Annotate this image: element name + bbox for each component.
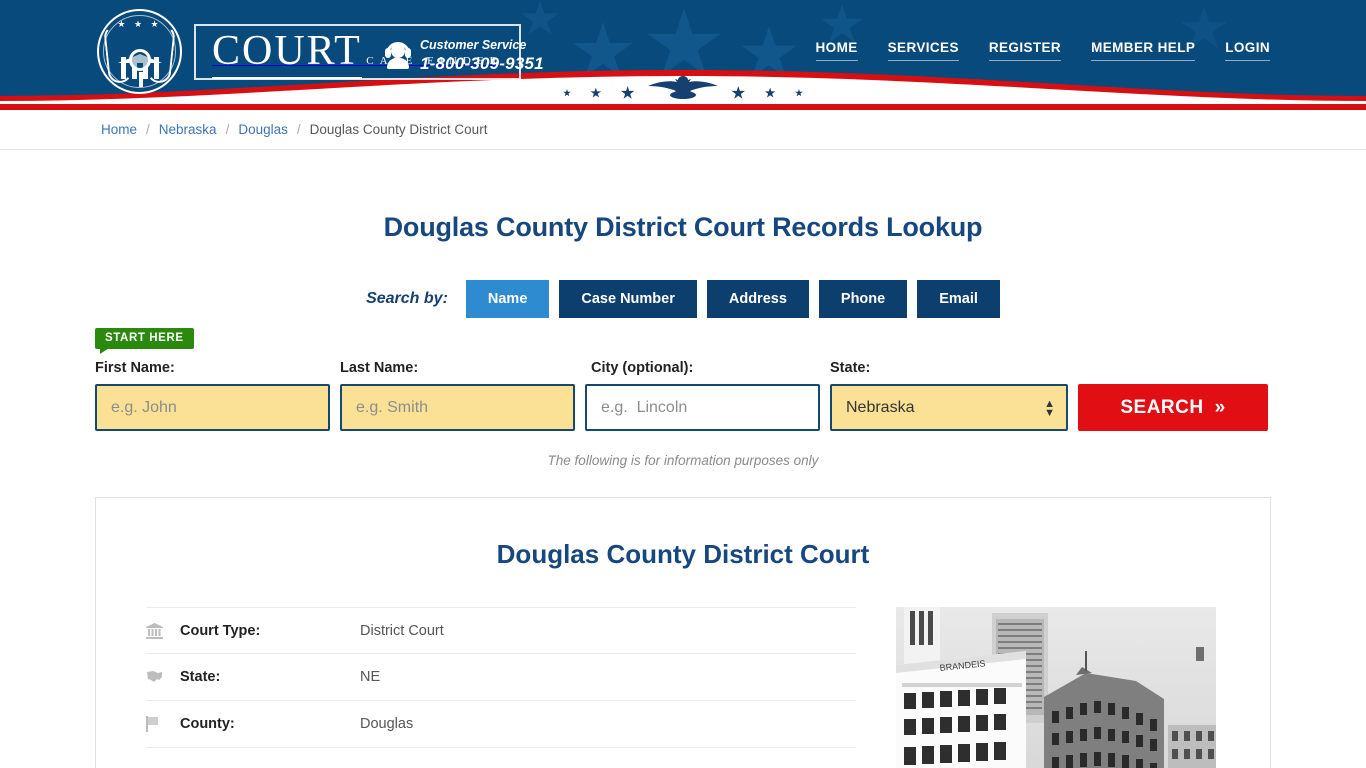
logo-wordmark: COURT <box>212 27 362 79</box>
breadcrumb: Home / Nebraska / Douglas / Douglas Coun… <box>0 110 1366 150</box>
breadcrumb-separator: / <box>146 122 150 137</box>
tab-address[interactable]: Address <box>706 280 809 318</box>
tab-email[interactable]: Email <box>917 280 1000 318</box>
site-header: ★ ★ ★ COURT CASE FINDER Customer Service… <box>0 0 1366 104</box>
state-label: State: <box>830 360 871 376</box>
detail-label-state: State: <box>180 669 221 685</box>
court-detail-list: Court Type: District Court State: NE Cou… <box>146 607 856 768</box>
first-name-field-group: First Name: <box>95 360 330 431</box>
search-by-tabs: Search by: Name Case Number Address Phon… <box>0 280 1366 318</box>
flag-icon <box>146 716 180 732</box>
bank-institution-icon <box>146 622 180 639</box>
city-field-group: City (optional): <box>585 360 820 431</box>
detail-row-county: County: Douglas <box>146 701 856 748</box>
last-name-input[interactable] <box>340 384 575 431</box>
search-by-label: Search by: <box>366 290 448 307</box>
detail-label-county: County: <box>180 716 235 732</box>
court-info-card: Douglas County District Court Court Type… <box>95 497 1271 768</box>
seal-stars: ★ ★ ★ <box>117 19 162 29</box>
disclaimer-text: The following is for information purpose… <box>547 453 819 468</box>
tab-case-number[interactable]: Case Number <box>559 280 697 318</box>
search-button-label: SEARCH <box>1120 396 1204 418</box>
magnifier-icon <box>128 49 151 87</box>
eagle-icon <box>648 76 718 99</box>
detail-value-state: NE <box>360 669 381 685</box>
nav-item-home[interactable]: HOME <box>815 40 858 61</box>
court-card-title: Douglas County District Court <box>496 539 870 569</box>
detail-value-county: Douglas <box>360 716 414 732</box>
customer-service-block: Customer Service 1-800-309-9351 <box>385 36 544 74</box>
nav-item-register[interactable]: REGISTER <box>988 40 1062 61</box>
breadcrumb-item-home[interactable]: Home <box>101 122 137 137</box>
city-input[interactable] <box>585 384 820 431</box>
state-field-group: State: Nebraska ▲ ▼ <box>830 360 1068 431</box>
start-here-badge: START HERE <box>95 328 194 354</box>
nav-item-services[interactable]: SERVICES <box>887 40 959 61</box>
customer-service-label: Customer Service <box>420 38 527 52</box>
breadcrumb-item-nebraska[interactable]: Nebraska <box>159 122 217 137</box>
breadcrumb-item-douglas[interactable]: Douglas <box>238 122 288 137</box>
city-label: City (optional): <box>591 360 694 376</box>
detail-label-court-type: Court Type: <box>180 622 261 639</box>
map-shape-icon <box>146 670 180 684</box>
page-title: Douglas County District Court Records Lo… <box>383 212 983 242</box>
tab-name[interactable]: Name <box>465 280 550 318</box>
detail-row-state: State: NE <box>146 654 856 701</box>
first-name-input[interactable] <box>95 384 330 431</box>
nav-item-member-help[interactable]: MEMBER HELP <box>1091 40 1196 61</box>
breadcrumb-separator: / <box>296 122 301 137</box>
search-form: START HERE First Name: Last Name: City (… <box>95 318 1271 468</box>
nav-item-login[interactable]: LOGIN <box>1225 40 1270 61</box>
tab-phone[interactable]: Phone <box>818 280 908 318</box>
customer-service-phone[interactable]: 1-800-309-9351 <box>420 54 544 73</box>
double-chevron-right-icon: » <box>1214 396 1226 418</box>
detail-row-court-type: Court Type: District Court <box>146 607 856 654</box>
last-name-label: Last Name: <box>340 360 419 376</box>
main-navigation: HOME SERVICES REGISTER MEMBER HELP LOGIN <box>815 40 1270 61</box>
court-building-photo: BRANDEIS <box>896 607 1216 768</box>
last-name-field-group: Last Name: <box>340 360 575 431</box>
search-button[interactable]: SEARCH » <box>1078 384 1268 431</box>
state-select[interactable]: Nebraska <box>830 384 1068 431</box>
main-content: Douglas County District Court Records Lo… <box>0 212 1366 768</box>
first-name-label: First Name: <box>95 360 175 376</box>
breadcrumb-separator: / <box>225 122 230 137</box>
courthouse-seal-icon: ★ ★ ★ <box>97 9 182 94</box>
detail-value-court-type: District Court <box>360 622 444 639</box>
headset-support-icon <box>385 41 411 70</box>
breadcrumb-item-current: Douglas County District Court <box>309 122 488 137</box>
